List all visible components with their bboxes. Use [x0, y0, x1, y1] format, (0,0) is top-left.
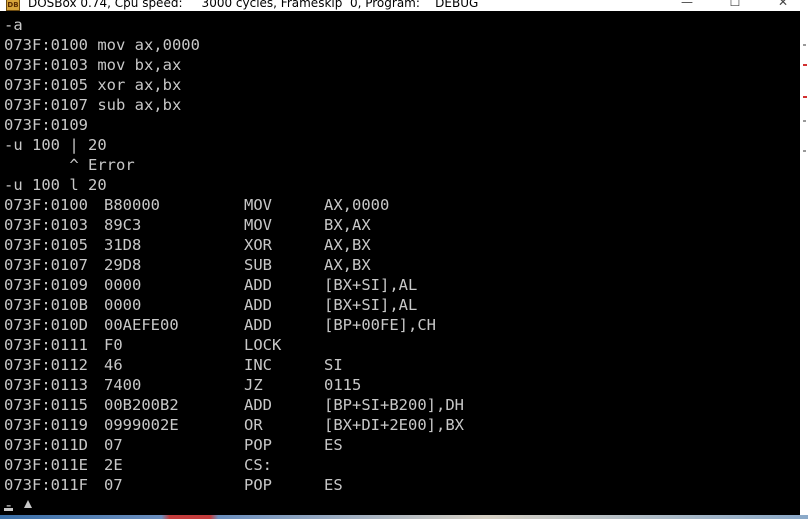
disasm-bytes: 29D8: [104, 256, 142, 274]
disasm-mnemonic: CS:: [244, 456, 272, 474]
disasm-bytes: 46: [104, 356, 123, 374]
disasm-operands: 0115: [324, 376, 362, 394]
maximize-button[interactable]: ☐: [712, 0, 758, 11]
disasm-mnemonic: INC: [244, 356, 272, 374]
disasm-bytes: 2E: [104, 456, 123, 474]
disasm-address: 073F:0109: [4, 276, 88, 294]
disasm-mnemonic: XOR: [244, 236, 272, 254]
disasm-bytes: 89C3: [104, 216, 142, 234]
disasm-address: 073F:0107: [4, 256, 88, 274]
console-line: 073F:0107 sub ax,bx: [4, 96, 182, 114]
disasm-mnemonic: MOV: [244, 196, 272, 214]
disasm-bytes: 0000: [104, 276, 142, 294]
disasm-mnemonic: MOV: [244, 216, 272, 234]
disasm-address: 073F:010B: [4, 296, 88, 314]
disasm-address: 073F:0113: [4, 376, 88, 394]
disasm-address: 073F:0119: [4, 416, 88, 434]
disasm-operands: AX,0000: [324, 196, 390, 214]
disasm-bytes: 0999002E: [104, 416, 179, 434]
disasm-operands: [BX+DI+2E00],BX: [324, 416, 464, 434]
disasm-mnemonic: ADD: [244, 316, 272, 334]
disasm-bytes: 00B200B2: [104, 396, 179, 414]
disasm-operands: [BP+00FE],CH: [324, 316, 436, 334]
disasm-operands: BX,AX: [324, 216, 371, 234]
disasm-bytes: 07: [104, 436, 123, 454]
disasm-address: 073F:011F: [4, 476, 88, 494]
disasm-mnemonic: JZ: [244, 376, 263, 394]
disasm-mnemonic: ADD: [244, 276, 272, 294]
background-window-edge: [800, 11, 808, 519]
disasm-operands: ES: [324, 436, 343, 454]
minimize-button[interactable]: —: [664, 0, 710, 11]
disasm-bytes: 00AEFE00: [104, 316, 179, 334]
mouse-pointer-icon: [24, 500, 32, 508]
disasm-mnemonic: OR: [244, 416, 263, 434]
disasm-operands: [BX+SI],AL: [324, 296, 418, 314]
disasm-bytes: 31D8: [104, 236, 142, 254]
disasm-mnemonic: POP: [244, 476, 272, 494]
edge-mark: [803, 96, 807, 98]
edge-tick: [803, 150, 806, 152]
close-button[interactable]: ✕: [760, 0, 806, 11]
command-prompt[interactable]: -: [4, 495, 13, 515]
disasm-mnemonic: POP: [244, 436, 272, 454]
console-line: 073F:0103 mov bx,ax: [4, 56, 182, 74]
disasm-mnemonic: ADD: [244, 296, 272, 314]
disasm-operands: [BX+SI],AL: [324, 276, 418, 294]
disasm-bytes: B80000: [104, 196, 160, 214]
console-line: ^ Error: [4, 156, 135, 174]
edge-tick: [803, 120, 806, 122]
console-line: 073F:0109: [4, 116, 88, 134]
console-line: -a: [4, 16, 23, 34]
disasm-address: 073F:0111: [4, 336, 88, 354]
disasm-address: 073F:0105: [4, 236, 88, 254]
disasm-operands: AX,BX: [324, 236, 371, 254]
text-cursor: [4, 508, 13, 511]
dosbox-app-icon[interactable]: DB: [6, 0, 20, 11]
disasm-operands: SI: [324, 356, 343, 374]
console-line: 073F:0100 mov ax,0000: [4, 36, 200, 54]
disasm-operands: AX,BX: [324, 256, 371, 274]
disasm-address: 073F:011D: [4, 436, 88, 454]
desktop-taskbar-peek: [0, 515, 808, 519]
edge-tick: [803, 44, 806, 46]
edge-mark: [803, 64, 807, 66]
disasm-bytes: F0: [104, 336, 123, 354]
window-title: DOSBox 0.74, Cpu speed: 3000 cycles, Fra…: [28, 0, 479, 10]
disasm-mnemonic: SUB: [244, 256, 272, 274]
disasm-address: 073F:0100: [4, 196, 88, 214]
disasm-operands: [BP+SI+B200],DH: [324, 396, 464, 414]
disasm-address: 073F:0115: [4, 396, 88, 414]
disasm-bytes: 7400: [104, 376, 142, 394]
disasm-operands: ES: [324, 476, 343, 494]
disasm-bytes: 07: [104, 476, 123, 494]
disasm-address: 073F:011E: [4, 456, 88, 474]
disasm-mnemonic: ADD: [244, 396, 272, 414]
disasm-address: 073F:0112: [4, 356, 88, 374]
console-line: -u 100 l 20: [4, 176, 107, 194]
console-line: -u 100 | 20: [4, 136, 107, 154]
dos-console[interactable]: -a 073F:0100 mov ax,0000 073F:0103 mov bx,…: [4, 15, 794, 515]
console-line: 073F:0105 xor ax,bx: [4, 76, 182, 94]
window-titlebar[interactable]: DB DOSBox 0.74, Cpu speed: 3000 cycles, …: [0, 0, 808, 11]
disasm-address: 073F:010D: [4, 316, 88, 334]
disasm-address: 073F:0103: [4, 216, 88, 234]
disasm-mnemonic: LOCK: [244, 336, 282, 354]
disasm-bytes: 0000: [104, 296, 142, 314]
